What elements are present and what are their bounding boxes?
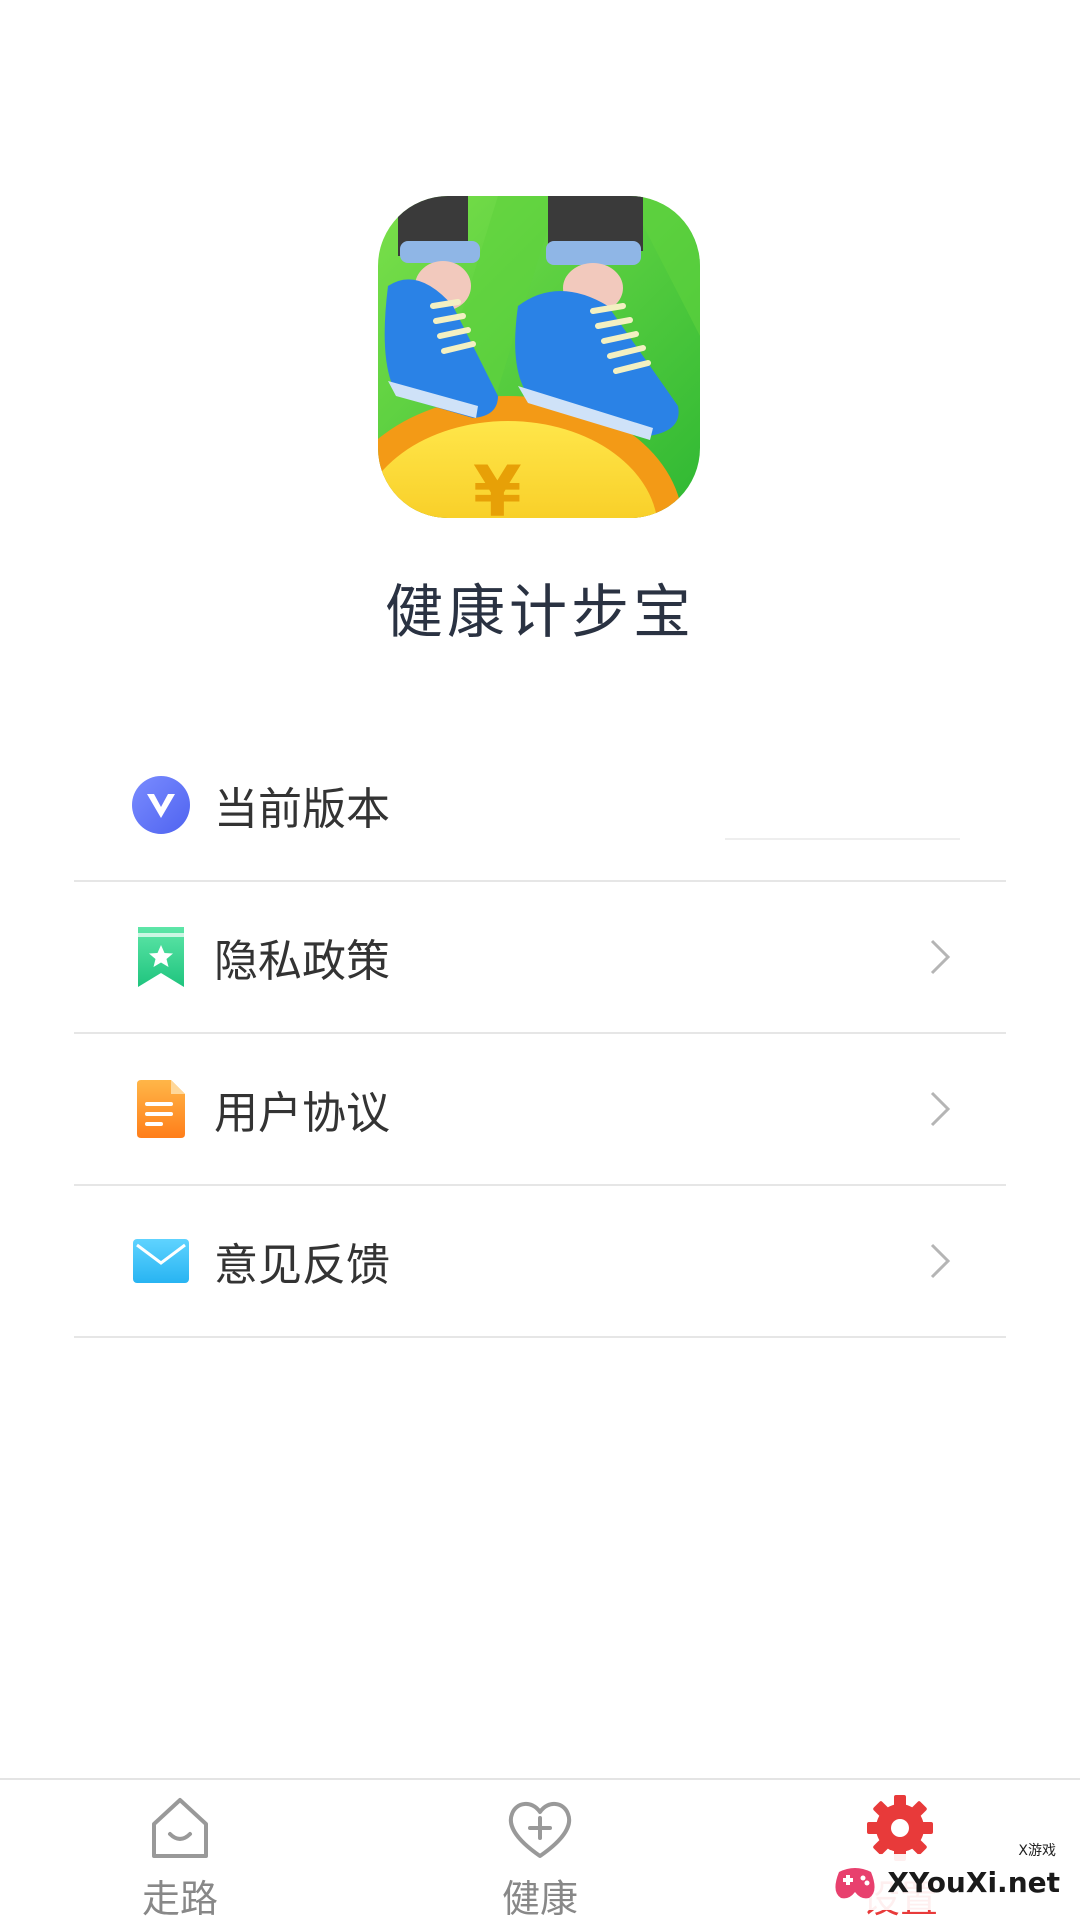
settings-list: 当前版本 隐私政策 用户协议 意见反馈 [74,730,1006,1338]
chevron-right-icon [930,1091,951,1127]
bookmark-star-icon [132,927,190,987]
watermark-small-text: X游戏 [1018,1843,1056,1859]
settings-item-version[interactable]: 当前版本 [74,730,1006,882]
tab-label: 健康 [501,1877,578,1921]
settings-item-privacy[interactable]: 隐私政策 [74,882,1006,1034]
app-name: 健康计步宝 [384,578,695,646]
home-smile-icon [152,1798,208,1858]
settings-item-label: 隐私政策 [214,936,390,987]
tab-walk[interactable]: 走路 [90,1794,270,1921]
settings-item-label: 用户协议 [214,1088,390,1139]
heart-plus-icon [508,1802,572,1858]
settings-item-label: 意见反馈 [214,1240,390,1291]
document-icon [132,1080,190,1138]
chevron-right-icon [930,939,951,975]
settings-item-feedback[interactable]: 意见反馈 [74,1186,1006,1338]
settings-item-agreement[interactable]: 用户协议 [74,1034,1006,1186]
tab-health[interactable]: 健康 [450,1794,630,1921]
watermark-text: XYouXi.net [887,1865,1060,1899]
mail-icon [132,1232,190,1290]
app-logo: ¥ [378,196,700,518]
settings-item-label: 当前版本 [214,784,390,835]
chevron-right-icon [930,1243,951,1279]
svg-text:¥: ¥ [473,451,522,518]
version-v-icon [132,776,190,834]
watermark-logo: XYouXi.net X游戏 [827,1843,1072,1910]
tab-label: 走路 [141,1877,218,1921]
gear-icon [867,1795,933,1861]
gamepad-icon [835,1868,875,1899]
version-value [725,838,960,840]
